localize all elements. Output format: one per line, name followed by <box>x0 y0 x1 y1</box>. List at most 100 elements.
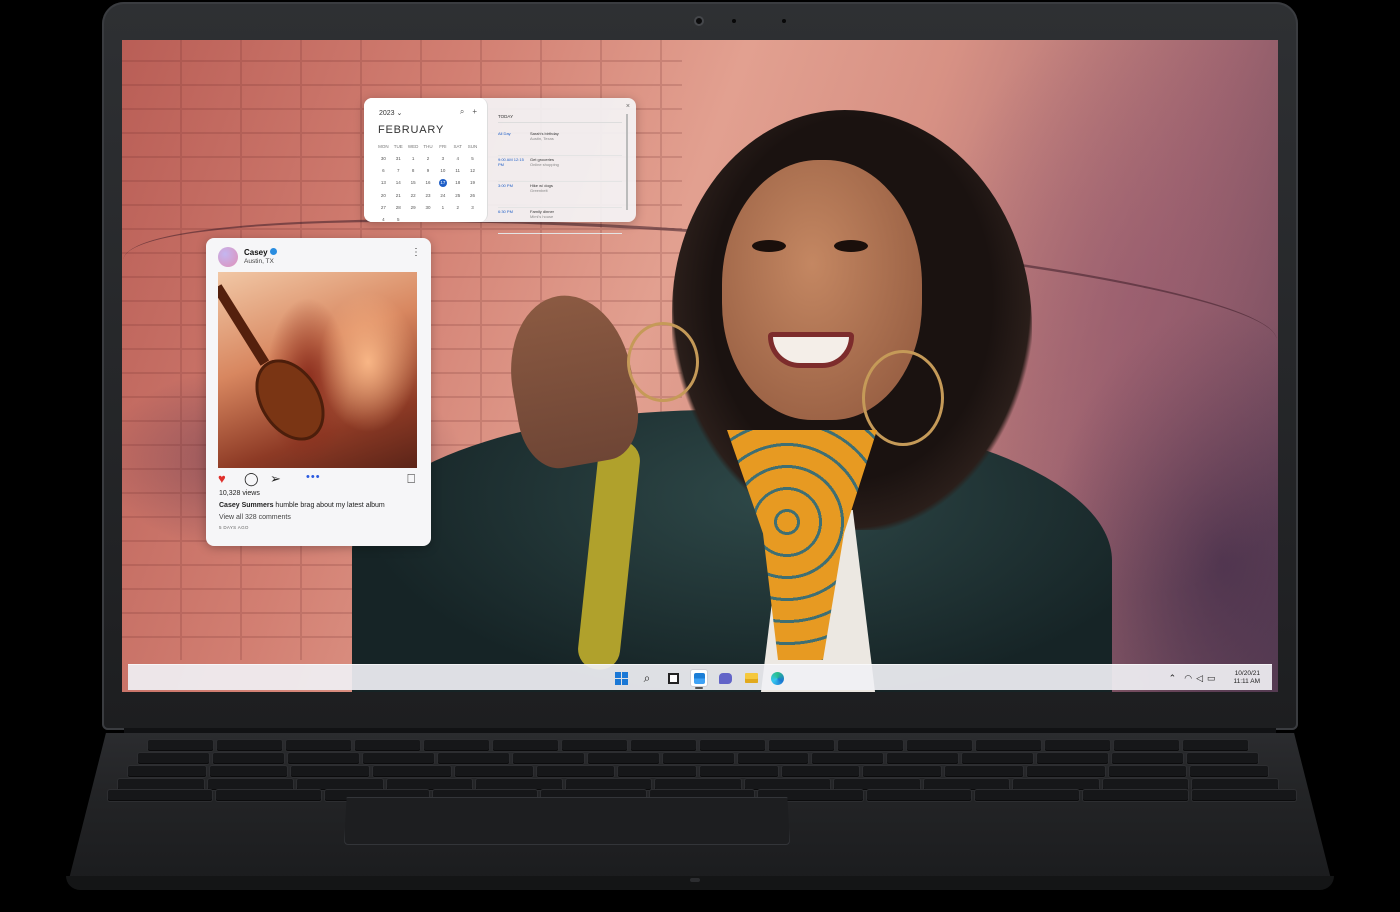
keyboard-key <box>362 753 434 764</box>
calendar-day[interactable]: 4 <box>450 155 465 162</box>
calendar-day[interactable]: 4 <box>376 216 391 223</box>
post-author-name: Casey <box>244 248 268 257</box>
calendar-day[interactable]: 18 <box>450 179 465 186</box>
keyboard-key <box>834 779 920 790</box>
calendar-day[interactable]: 28 <box>391 204 406 211</box>
calendar-day[interactable]: 20 <box>376 192 391 199</box>
calendar-day[interactable]: 5 <box>465 155 480 162</box>
keyboard-key <box>907 740 972 751</box>
comment-icon[interactable]: ◯ <box>244 472 259 486</box>
keyboard-key <box>1187 753 1259 764</box>
calendar-day[interactable]: 22 <box>406 192 421 199</box>
keyboard-key <box>562 740 627 751</box>
keyboard-key <box>962 753 1034 764</box>
calendar-year-selector[interactable]: 2023 ⌄ <box>379 109 402 117</box>
share-icon[interactable]: ➢ <box>270 472 281 486</box>
clock[interactable]: 10/20/21 11:11 AM <box>1234 670 1261 686</box>
task-view-icon[interactable] <box>664 669 682 687</box>
calendar-day[interactable]: 25 <box>450 192 465 199</box>
caption-user[interactable]: Casey Summers <box>219 502 273 509</box>
keyboard-key <box>631 740 696 751</box>
chat-icon[interactable] <box>716 669 734 687</box>
wifi-icon: ◠ <box>1184 672 1193 683</box>
calendar-day[interactable]: 30 <box>376 155 391 162</box>
calendar-day[interactable]: 8 <box>406 167 421 174</box>
calendar-day[interactable]: 16 <box>421 179 436 186</box>
calendar-day[interactable]: 31 <box>391 155 406 162</box>
keyboard <box>108 740 1296 801</box>
bookmark-icon[interactable]: ⎕ <box>407 472 415 486</box>
post-image[interactable] <box>218 272 417 468</box>
calendar-day[interactable]: 13 <box>376 179 391 186</box>
search-icon[interactable]: ⌕ <box>460 107 464 117</box>
chevron-up-icon[interactable]: ⌃ <box>1169 673 1177 684</box>
active-app-indicator <box>695 687 703 689</box>
calendar-day[interactable]: 24 <box>435 192 450 199</box>
file-explorer-icon[interactable] <box>742 669 760 687</box>
keyboard-key <box>1112 753 1184 764</box>
calendar-day[interactable]: 12 <box>465 167 480 174</box>
keyboard-key <box>1026 766 1105 777</box>
calendar-day[interactable]: 23 <box>421 192 436 199</box>
calendar-day[interactable]: 21 <box>391 192 406 199</box>
calendar-day[interactable]: 6 <box>376 167 391 174</box>
calendar-day[interactable]: 27 <box>376 204 391 211</box>
keyboard-key <box>1190 766 1269 777</box>
calendar-day[interactable]: 17 <box>438 179 447 187</box>
verified-badge-icon <box>269 248 277 255</box>
calendar-day[interactable]: 30 <box>421 204 436 211</box>
avatar[interactable] <box>218 247 238 267</box>
calendar-day[interactable]: 29 <box>406 204 421 211</box>
close-icon[interactable]: × <box>626 103 630 110</box>
keyboard-key <box>769 740 834 751</box>
calendar-day[interactable]: 3 <box>435 155 450 162</box>
desktop-screen: 2023 ⌄ ⌕ + FEBRUARY MON TUE WED THU FRI SAT SU… <box>122 40 1278 692</box>
calendar-weekday: FRI <box>439 144 447 149</box>
keyboard-key <box>287 753 359 764</box>
calendar-day[interactable]: 10 <box>435 167 450 174</box>
post-location: Austin, TX <box>244 258 274 265</box>
calendar-day[interactable]: 5 <box>391 216 406 223</box>
agenda-event[interactable]: All Day Sarah's birthday Austin, Texas <box>498 131 622 156</box>
wallpaper-eye <box>752 240 786 252</box>
widgets-icon[interactable] <box>690 669 708 687</box>
agenda-event[interactable]: 6:30 PM Family dinner Mimi's house <box>498 209 622 234</box>
calendar-day[interactable]: 2 <box>450 204 465 211</box>
keyboard-key <box>138 753 209 764</box>
calendar-day[interactable]: 9 <box>421 167 436 174</box>
camera-sensor <box>732 19 736 23</box>
edge-icon[interactable] <box>768 669 786 687</box>
event-subtitle: Austin, Texas <box>530 136 554 141</box>
calendar-widget[interactable]: 2023 ⌄ ⌕ + FEBRUARY MON TUE WED THU FRI SAT SU… <box>364 98 636 234</box>
event-details: Sarah's birthday Austin, Texas <box>530 131 559 155</box>
quick-settings[interactable]: ◠ ◁ ▭ <box>1184 673 1215 684</box>
calendar-weekday: TUE <box>393 144 403 149</box>
calendar-day[interactable]: 26 <box>465 192 480 199</box>
more-options-icon[interactable]: ⋮ <box>411 248 421 258</box>
add-event-icon[interactable]: + <box>472 107 477 117</box>
calendar-day[interactable]: 3 <box>465 204 480 211</box>
agenda-scrollbar[interactable] <box>626 114 628 210</box>
view-comments-link[interactable]: View all 328 comments <box>219 514 291 521</box>
keyboard-key <box>476 779 562 790</box>
calendar-day[interactable]: 19 <box>465 179 480 186</box>
calendar-day[interactable]: 2 <box>421 155 436 162</box>
agenda-list: All Day Sarah's birthday Austin, Texas 9:00… <box>498 131 622 234</box>
calendar-day[interactable]: 11 <box>450 167 465 174</box>
agenda-event[interactable]: 9:00 AM 12:15 PM Get groceries Online shop… <box>498 157 622 182</box>
agenda-event[interactable]: 3:00 PM Hike w/ dogs Greenbelt <box>498 183 622 208</box>
clock-time: 11:11 AM <box>1233 678 1261 685</box>
keyboard-key <box>1183 740 1248 751</box>
calendar-day[interactable]: 7 <box>391 167 406 174</box>
calendar-day[interactable]: 1 <box>406 155 421 162</box>
social-post-widget[interactable]: Casey Austin, TX ⋮ ♥ ◯ ➢ ••• ⎕ 10,328 vi… <box>206 238 431 546</box>
calendar-day[interactable]: 15 <box>406 179 421 186</box>
calendar-day[interactable]: 14 <box>391 179 406 186</box>
windows-start-icon[interactable] <box>612 669 630 687</box>
search-icon[interactable]: ⌕ <box>638 669 656 687</box>
post-author[interactable]: Casey <box>244 248 277 257</box>
event-time: 9:00 AM 12:15 PM <box>498 157 524 167</box>
event-time: 3:00 PM <box>498 183 513 188</box>
calendar-day[interactable]: 1 <box>435 204 450 211</box>
like-heart-icon[interactable]: ♥ <box>218 472 226 486</box>
